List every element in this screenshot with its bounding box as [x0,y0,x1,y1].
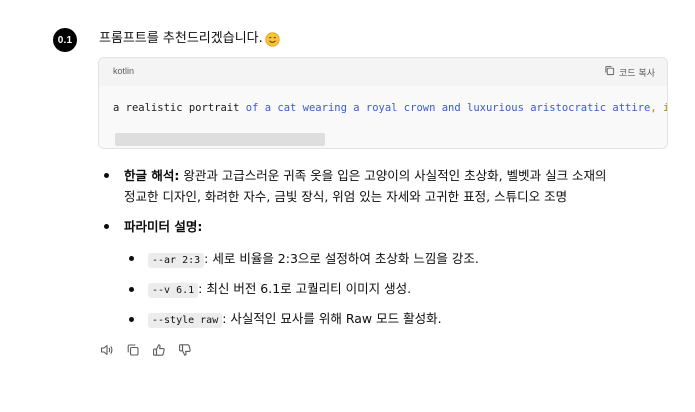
code-text-plain: a realistic portrait [113,102,246,114]
sub-bullet-dot [129,317,134,322]
code-language-label: kotlin [113,66,135,76]
bullet-text: 왕관과 고급스러운 귀족 옷을 입은 고양이의 사실적인 초상화, 벨벳과 실크… [179,168,607,183]
message-intro: 프롬프트를 추천드리겠습니다. [99,29,280,49]
param-text: : 사실적인 묘사를 위해 Raw 모드 활성화. [222,311,442,326]
thumbs-down-icon [178,342,192,361]
intro-text: 프롬프트를 추천드리겠습니다. [99,31,263,46]
param-item: --v 6.1: 최신 버전 6.1로 고퀄리티 이미지 생성. [148,279,411,301]
read-aloud-button[interactable] [99,343,115,359]
bullet-interpretation-continued: 정교한 디자인, 화려한 자수, 금빛 장식, 위엄 있는 자세와 고귀한 표정… [124,187,567,207]
bullet-text: 정교한 디자인, 화려한 자수, 금빛 장식, 위엄 있는 자세와 고귀한 표정… [124,189,568,204]
bad-response-button[interactable] [177,343,193,359]
param-text: : 최신 버전 6.1로 고퀄리티 이미지 생성. [198,281,412,296]
assistant-avatar: 0.1 [53,28,77,52]
copy-code-button[interactable]: 코드 복사 [604,65,655,79]
bullet-title: 파라미터 설명: [124,219,203,234]
param-code: --ar 2:3 [148,253,205,268]
message-actions [99,343,193,359]
code-text-tail: , int [650,102,667,114]
param-text: : 세로 비율을 2:3으로 설정하여 초상화 느낌을 강조. [204,251,479,266]
param-item: --style raw: 사실적인 묘사를 위해 Raw 모드 활성화. [148,309,442,331]
param-item: --ar 2:3: 세로 비율을 2:3으로 설정하여 초상화 느낌을 강조. [148,249,479,271]
smiling-face-emoji-icon [265,31,280,47]
code-block: kotlin 코드 복사 a realistic portrait of a c… [98,57,668,149]
code-header: kotlin 코드 복사 [99,58,667,86]
param-code: --style raw [148,313,223,328]
bullet-dot [104,173,109,178]
sub-bullet-dot [129,256,134,261]
copy-code-label: 코드 복사 [619,68,655,79]
param-code: --v 6.1 [148,283,199,298]
copy-message-button[interactable] [125,343,141,359]
bullet-interpretation: 한글 해석: 왕관과 고급스러운 귀족 옷을 입은 고양이의 사실적인 초상화,… [124,166,607,186]
sub-bullet-dot [129,287,134,292]
chat-message: 0.1 프롬프트를 추천드리겠습니다. kotlin 코드 복사 a reali… [0,0,695,412]
thumbs-up-icon [152,342,166,361]
copy-icon [604,65,615,79]
good-response-button[interactable] [151,343,167,359]
horizontal-scrollbar[interactable] [115,133,325,146]
code-text-keyword: of a cat wearing a royal crown and luxur… [245,102,651,114]
bullet-parameters: 파라미터 설명: [124,217,202,237]
bullet-title: 한글 해석: [124,168,180,183]
speaker-icon [100,342,114,361]
copy-icon [126,342,140,361]
code-line: a realistic portrait of a cat wearing a … [113,100,667,116]
bullet-dot [104,224,109,229]
